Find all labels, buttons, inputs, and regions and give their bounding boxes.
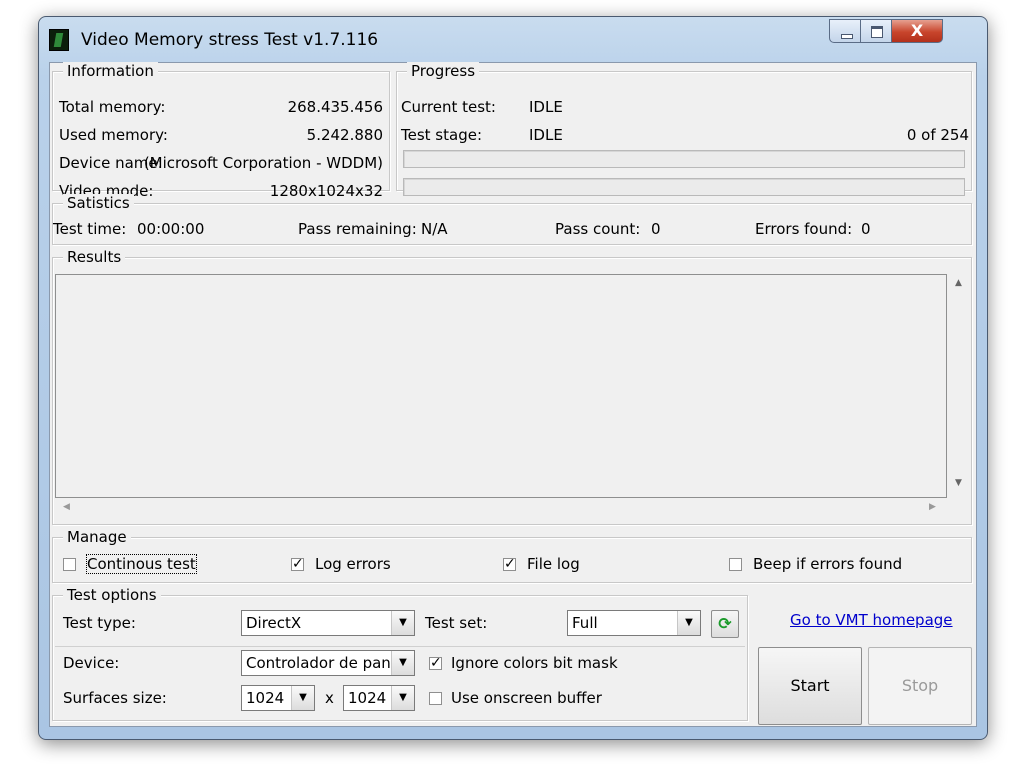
errors-found-value: 0 <box>861 220 871 238</box>
surface-x-separator: x <box>325 689 334 707</box>
ignore-colors-checkbox[interactable]: ✓ <box>429 656 442 670</box>
ignore-colors-label[interactable]: Ignore colors bit mask <box>451 654 618 672</box>
current-test-label: Current test: <box>401 98 496 116</box>
stage-progress-bar <box>403 178 965 196</box>
device-label: Device: <box>63 654 120 672</box>
test-set-value: Full <box>572 614 598 632</box>
onscreen-buffer-label[interactable]: Use onscreen buffer <box>451 689 602 707</box>
progress-legend: Progress <box>407 62 480 80</box>
surface-height-select[interactable]: 1024 ▼ <box>343 685 415 711</box>
test-stage-label: Test stage: <box>401 126 482 144</box>
test-stage-value: IDLE <box>529 126 563 144</box>
current-test-value: IDLE <box>529 98 563 116</box>
test-time-value: 00:00:00 <box>137 220 205 238</box>
device-value: Controlador de pant <box>246 654 397 672</box>
scroll-up-icon[interactable]: ▲ <box>955 278 962 288</box>
chevron-down-icon[interactable]: ▼ <box>391 611 414 635</box>
manage-group: Manage Continous test ✓ Log errors ✓ Fil… <box>52 528 972 583</box>
information-group: Information Total memory: 268.435.456 Us… <box>52 62 390 200</box>
close-button[interactable]: X <box>891 19 943 43</box>
test-type-select[interactable]: DirectX ▼ <box>241 610 415 636</box>
refresh-icon: ⟳ <box>718 614 732 633</box>
scroll-right-icon[interactable]: ▶ <box>929 502 936 512</box>
divider <box>55 646 745 647</box>
test-time-label: Test time: <box>53 220 127 238</box>
pass-remaining-label: Pass remaining: <box>298 220 417 238</box>
beep-checkbox[interactable] <box>729 558 742 571</box>
vertical-scrollbar[interactable]: ▲ ▼ <box>951 274 969 496</box>
used-memory-label: Used memory: <box>59 126 168 144</box>
maximize-button[interactable] <box>860 19 892 43</box>
app-window: Video Memory stress Test v1.7.116 X Info… <box>38 16 988 740</box>
test-progress-bar <box>403 150 965 168</box>
chevron-down-icon[interactable]: ▼ <box>391 686 414 710</box>
total-memory-label: Total memory: <box>59 98 166 116</box>
horizontal-scrollbar[interactable]: ◀ ▶ <box>55 500 945 518</box>
log-errors-label[interactable]: Log errors <box>315 555 391 573</box>
scroll-left-icon[interactable]: ◀ <box>63 502 70 512</box>
results-log[interactable] <box>55 274 947 498</box>
test-options-legend: Test options <box>63 586 161 604</box>
close-icon: X <box>910 21 924 40</box>
pass-count-value: 0 <box>651 220 661 238</box>
errors-found-label: Errors found: <box>755 220 853 238</box>
chevron-down-icon[interactable]: ▼ <box>391 651 414 675</box>
device-select[interactable]: Controlador de pant ▼ <box>241 650 415 676</box>
file-log-checkbox[interactable]: ✓ <box>503 557 516 571</box>
information-legend: Information <box>63 62 158 80</box>
chevron-down-icon[interactable]: ▼ <box>291 686 314 710</box>
progress-group: Progress Current test: IDLE Test stage: … <box>396 62 972 196</box>
test-set-select[interactable]: Full ▼ <box>567 610 701 636</box>
window-title: Video Memory stress Test v1.7.116 <box>81 30 379 50</box>
beep-label[interactable]: Beep if errors found <box>753 555 902 573</box>
test-set-label: Test set: <box>425 614 488 632</box>
surface-width-select[interactable]: 1024 ▼ <box>241 685 315 711</box>
vmt-homepage-link[interactable]: Go to VMT homepage <box>790 611 953 629</box>
chevron-down-icon[interactable]: ▼ <box>677 611 700 635</box>
surface-width-value: 1024 <box>246 689 285 707</box>
pass-count-label: Pass count: <box>555 220 641 238</box>
statistics-legend: Satistics <box>63 194 134 212</box>
window-client-area: Information Total memory: 268.435.456 Us… <box>49 62 977 727</box>
statistics-group: Satistics Test time: 00:00:00 Pass remai… <box>52 194 972 245</box>
app-icon <box>49 29 69 51</box>
surfaces-size-label: Surfaces size: <box>63 689 167 707</box>
log-errors-checkbox[interactable]: ✓ <box>291 557 304 571</box>
results-legend: Results <box>63 248 126 266</box>
pass-remaining-value: N/A <box>421 220 448 238</box>
stop-button[interactable]: Stop <box>868 647 972 725</box>
minimize-button[interactable] <box>829 19 861 43</box>
surface-height-value: 1024 <box>348 689 387 707</box>
total-memory-value: 268.435.456 <box>287 98 383 116</box>
onscreen-buffer-checkbox[interactable] <box>429 692 442 705</box>
refresh-button[interactable]: ⟳ <box>711 610 739 638</box>
manage-legend: Manage <box>63 528 131 546</box>
video-mode-value: 1280x1024x32 <box>269 182 383 200</box>
device-name-value: (Microsoft Corporation - WDDM) <box>143 154 383 172</box>
start-button[interactable]: Start <box>758 647 862 725</box>
stage-counter: 0 of 254 <box>906 126 969 144</box>
file-log-label[interactable]: File log <box>527 555 580 573</box>
continous-test-label[interactable]: Continous test <box>86 554 197 574</box>
used-memory-value: 5.242.880 <box>306 126 383 144</box>
continous-test-checkbox[interactable] <box>63 558 76 571</box>
test-type-label: Test type: <box>63 614 136 632</box>
scroll-down-icon[interactable]: ▼ <box>955 478 962 488</box>
test-options-group: Test options Test type: DirectX ▼ Test s… <box>52 586 748 721</box>
results-group: Results ▲ ▼ ◀ ▶ <box>52 248 972 525</box>
test-type-value: DirectX <box>246 614 302 632</box>
